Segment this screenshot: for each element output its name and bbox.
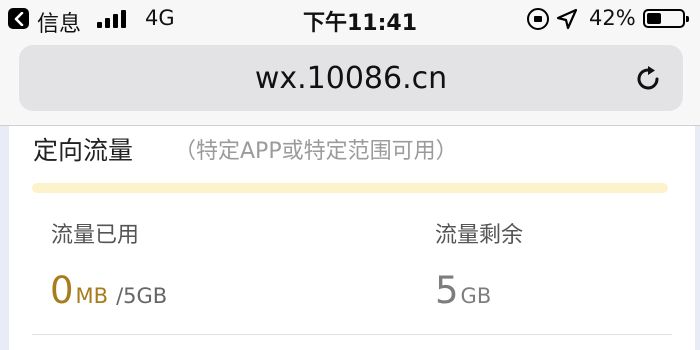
remaining-number: 5 bbox=[435, 269, 459, 312]
battery-percent: 42% bbox=[589, 6, 636, 30]
remaining-value: 5GB bbox=[435, 269, 491, 312]
usage-progress-bar bbox=[32, 183, 668, 193]
back-app-label[interactable]: 信息 bbox=[37, 6, 81, 38]
used-unit: MB bbox=[75, 284, 109, 308]
remaining-unit: GB bbox=[460, 284, 492, 308]
address-bar[interactable]: wx.10086.cn bbox=[19, 45, 683, 111]
rotation-lock-icon bbox=[527, 8, 549, 30]
used-label: 流量已用 bbox=[51, 223, 140, 248]
remaining-label: 流量剩余 bbox=[435, 223, 524, 248]
card-subtitle: （特定APP或特定范围可用） bbox=[174, 139, 458, 164]
battery-level bbox=[647, 13, 662, 24]
battery-icon bbox=[643, 9, 689, 28]
status-bar: 信息 4G 下午11:41 42% bbox=[0, 0, 700, 40]
directed-traffic-card: 定向流量 （特定APP或特定范围可用） 流量已用 流量剩余 0MB/5GB 5G… bbox=[9, 126, 695, 350]
card-divider bbox=[32, 334, 672, 335]
card-title: 定向流量 bbox=[33, 136, 134, 165]
used-number: 0 bbox=[50, 269, 74, 312]
location-arrow-icon bbox=[556, 8, 578, 30]
reload-icon[interactable] bbox=[635, 64, 663, 94]
page-content: 定向流量 （特定APP或特定范围可用） 流量已用 流量剩余 0MB/5GB 5G… bbox=[0, 126, 700, 350]
signal-strength-icon bbox=[97, 10, 127, 28]
back-to-app-icon[interactable] bbox=[8, 8, 29, 29]
status-time: 下午11:41 bbox=[303, 11, 418, 36]
used-total: /5GB bbox=[116, 284, 168, 308]
network-type: 4G bbox=[145, 6, 175, 30]
battery-tip bbox=[686, 16, 689, 22]
used-value: 0MB/5GB bbox=[50, 269, 167, 312]
url-text[interactable]: wx.10086.cn bbox=[19, 61, 683, 96]
